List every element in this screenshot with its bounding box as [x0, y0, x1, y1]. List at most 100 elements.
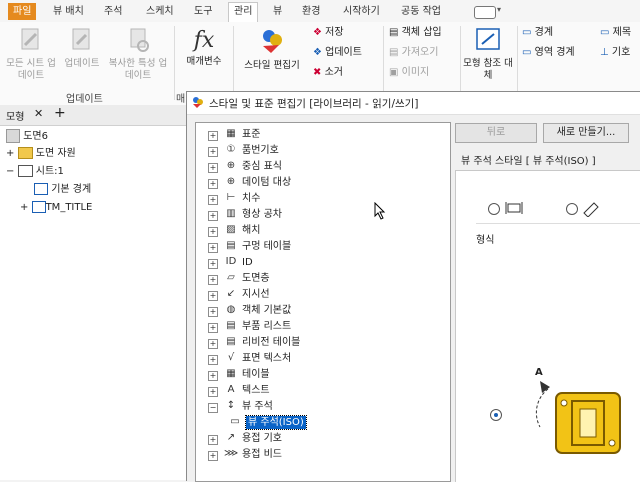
style-tree-item[interactable]: + ⊕ 중심 표식	[208, 159, 282, 175]
datum-target-icon: ⊕	[226, 176, 236, 187]
style-tree[interactable]: + ▦ 표준 + ① 품번기호 + ⊕ 중심 표식 + ⊕ 데이텀 대상 + ⊢ 치수 + ▥ 형상 공차 + ▨ 해치…	[195, 122, 451, 482]
expand-icon[interactable]: +	[208, 227, 218, 237]
expand-icon[interactable]: +	[208, 211, 218, 221]
style-tree-item[interactable]: + ◍ 객체 기본값	[208, 303, 291, 319]
style-editor-dialog: 스타일 및 표준 편집기 [라이브러리 - 읽기/쓰기] + ▦ 표준 + ① 품번기호 +…	[186, 91, 640, 482]
display-toggle-icon[interactable]	[474, 6, 496, 19]
style-tree-item[interactable]: + √ 표면 텍스처	[208, 351, 291, 367]
style-tree-item[interactable]: + ▦ 테이블	[208, 367, 270, 383]
model-tab[interactable]: 모형	[6, 108, 24, 123]
style-tree-item[interactable]: + A 텍스트	[208, 383, 270, 399]
purge-style-button[interactable]: ✖ 소거	[313, 66, 343, 80]
tree-item-title-block[interactable]: + TM_TITLE	[20, 201, 92, 215]
replace-model-reference-button[interactable]: 모형 참조 대체	[462, 26, 514, 82]
tree-item-sheet[interactable]: − 시트:1	[6, 165, 64, 179]
update-all-sheets-button[interactable]: 모든 시트 업데이트	[4, 26, 58, 82]
format-radio-selected[interactable]	[490, 409, 502, 421]
collapse-icon[interactable]: −	[208, 403, 218, 413]
back-button[interactable]: 뒤로	[455, 123, 537, 143]
expand-icon[interactable]: +	[208, 259, 218, 269]
expand-icon[interactable]: +	[208, 131, 218, 141]
expand-icon[interactable]: +	[208, 307, 218, 317]
style-tree-item[interactable]: − ↕ 뷰 주석	[208, 399, 273, 415]
style-tree-item[interactable]: + ⊕ 데이텀 대상	[208, 175, 291, 191]
expand-icon[interactable]: +	[208, 451, 218, 461]
tab-environment[interactable]: 환경	[297, 3, 325, 20]
expand-icon[interactable]: +	[208, 371, 218, 381]
expand-icon[interactable]: +	[208, 243, 218, 253]
style-tree-item[interactable]: + ① 품번기호	[208, 143, 279, 159]
style-tree-item[interactable]: + ▤ 리비전 테이블	[208, 335, 300, 351]
tree-item-default-border[interactable]: 기본 경계	[34, 183, 91, 197]
view-type-radio-2[interactable]	[566, 203, 578, 215]
sheet-icon	[17, 165, 33, 177]
style-tree-item-label: 중심 표식	[242, 161, 282, 172]
style-editor-button[interactable]: 스타일 편집기	[236, 26, 308, 72]
collapse-icon[interactable]: −	[6, 166, 14, 177]
chevron-down-icon[interactable]: ▾	[497, 5, 501, 14]
hatch-icon: ▨	[226, 224, 236, 235]
style-tree-item[interactable]: + ↗ 용접 기호	[208, 431, 282, 447]
style-tree-item[interactable]: + ⊢ 치수	[208, 191, 260, 207]
style-tree-item[interactable]: + ▤ 구멍 테이블	[208, 239, 291, 255]
tree-item-drawing[interactable]: 도면6	[6, 129, 48, 144]
expand-icon[interactable]: +	[208, 275, 218, 285]
tab-file[interactable]: 파일	[8, 3, 37, 20]
style-tree-item[interactable]: + ⋙ 용접 비드	[208, 447, 282, 463]
arrow-label-a: A	[535, 367, 543, 378]
tab-sketch[interactable]: 스케치	[141, 3, 179, 20]
zone-border-button[interactable]: ▭ 영역 경계	[522, 46, 575, 60]
view-type-radio-1[interactable]	[488, 203, 500, 215]
new-button[interactable]: 새로 만들기...	[543, 123, 629, 143]
style-tree-item[interactable]: ▭ 뷰 주석(ISO)	[228, 415, 307, 431]
expand-icon[interactable]: +	[6, 148, 14, 159]
drawing-icon	[6, 129, 20, 143]
add-tab-icon[interactable]: +	[54, 105, 66, 121]
symbol-button[interactable]: ⊥ 기호	[600, 46, 630, 60]
expand-icon[interactable]: +	[208, 387, 218, 397]
tree-item-drawing-resources[interactable]: + 도면 자원	[6, 147, 76, 161]
parameters-button[interactable]: fx 매개변수	[178, 26, 230, 68]
tab-view[interactable]: 뷰	[268, 3, 287, 20]
save-style-button[interactable]: ❖ 저장	[313, 26, 344, 40]
expand-icon[interactable]: +	[208, 339, 218, 349]
close-icon[interactable]: ✕	[34, 107, 43, 120]
style-tree-item[interactable]: + ▤ 부품 리스트	[208, 319, 291, 335]
style-tree-item[interactable]: + ▨ 해치	[208, 223, 260, 239]
expand-icon[interactable]: +	[208, 195, 218, 205]
style-tree-item[interactable]: + ↙ 지시선	[208, 287, 270, 303]
title-block-button[interactable]: ▭ 제목	[600, 26, 631, 40]
style-tree-item[interactable]: + ▦ 표준	[208, 127, 260, 143]
style-tree-item-label: 뷰 주석	[242, 401, 273, 412]
expand-icon[interactable]: +	[208, 163, 218, 173]
tab-tools[interactable]: 도구	[189, 3, 217, 20]
tab-view-layout[interactable]: 뷰 배치	[48, 3, 89, 20]
style-tree-item[interactable]: + ID ID	[208, 255, 253, 271]
import-button[interactable]: ▤ 가져오기	[389, 46, 438, 60]
tab-collaborate[interactable]: 공동 작업	[396, 3, 446, 20]
expand-icon[interactable]: +	[208, 147, 218, 157]
insert-object-button[interactable]: ▤ 객체 삽입	[389, 26, 442, 40]
style-editor-label: 스타일 편집기	[244, 60, 300, 71]
view-style-heading: 뷰 주석 스타일 [ 뷰 주석(ISO) ]	[461, 156, 596, 167]
style-tree-item[interactable]: + ▥ 형상 공차	[208, 207, 282, 223]
zone-border-icon: ▭	[522, 47, 532, 58]
image-button[interactable]: ▣ 이미지	[389, 66, 429, 80]
ribbon-separator	[174, 26, 175, 100]
update-style-button[interactable]: ❖ 업데이트	[313, 46, 362, 60]
expand-icon[interactable]: +	[208, 355, 218, 365]
style-tree-item[interactable]: + ▱ 도면층	[208, 271, 270, 287]
expand-icon[interactable]: +	[208, 323, 218, 333]
save-label: 저장	[325, 27, 344, 38]
tab-getting-started[interactable]: 시작하기	[338, 3, 385, 20]
border-button[interactable]: ▭ 경계	[522, 26, 553, 40]
tab-manage[interactable]: 관리	[228, 2, 259, 22]
expand-icon[interactable]: +	[208, 179, 218, 189]
update-button[interactable]: 업데이트	[58, 26, 106, 70]
expand-icon[interactable]: +	[208, 291, 218, 301]
expand-icon[interactable]: +	[208, 435, 218, 445]
tab-annotate[interactable]: 주석	[99, 3, 127, 20]
id-icon: ID	[225, 256, 237, 267]
update-copied-properties-button[interactable]: 복사한 특성 업데이트	[106, 26, 170, 82]
expand-icon[interactable]: +	[20, 202, 28, 213]
